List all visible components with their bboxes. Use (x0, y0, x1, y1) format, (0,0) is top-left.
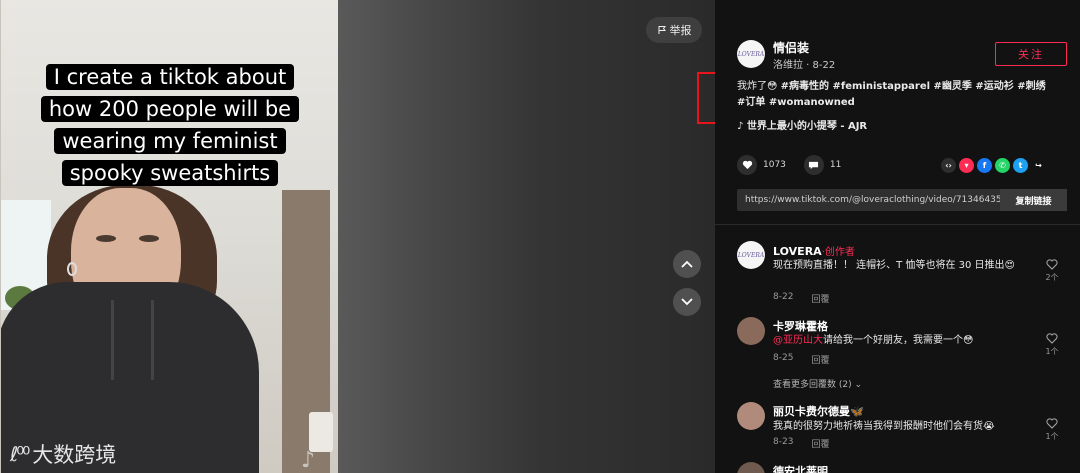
comment-text: 现在预购直播！！ 连帽衫、T 恤等也将在 30 日推出😍 (773, 260, 1015, 271)
hoodie-string (111, 300, 114, 380)
creator-tag: ·创作者 (821, 247, 855, 258)
comment-author-name[interactable]: 卡罗琳霍格 (773, 318, 828, 334)
comment-text: @亚历山大请给我一个好朋友，我需要一个😳 (773, 333, 1033, 348)
comment-author-name[interactable]: 丽贝卡费尔德曼🦋 (773, 403, 864, 419)
comment-author-name[interactable]: 德安北莱明 (773, 463, 828, 473)
tiktok-logo-icon: ♪ (301, 448, 316, 473)
video-player[interactable]: I create a tiktok about how 200 people w… (0, 0, 715, 473)
comment-like-button[interactable]: 1个 (1045, 333, 1059, 357)
video-frame[interactable]: I create a tiktok about how 200 people w… (0, 0, 338, 473)
embed-icon[interactable]: ‹› (941, 158, 956, 173)
avatar-logo-text: LOVERA (737, 251, 765, 259)
divider (715, 224, 1080, 225)
comment-author[interactable]: LOVERA·创作者 (773, 243, 855, 258)
description-hashtags[interactable]: #订单 #womanowned (737, 97, 855, 108)
avatar-logo-text: LOVERA (737, 50, 765, 58)
caption-line: wearing my feminist (54, 128, 286, 154)
comment-date: 8-23 (773, 437, 794, 447)
author-name[interactable]: 情侣装 (773, 39, 809, 56)
chevron-down-icon (681, 298, 693, 306)
comment-like-button[interactable]: 2个 (1045, 259, 1059, 283)
video-info-panel: LOVERA 情侣装 洛维拉 · 8-22 关注 我炸了😳 #病毒性的 #fem… (715, 0, 1080, 473)
next-video-button[interactable] (673, 288, 701, 316)
hoodie-string (151, 300, 154, 380)
reply-button[interactable]: 回覆 (811, 437, 829, 450)
video-link-bar: https://www.tiktok.com/@loveraclothing/v… (737, 189, 1067, 211)
mention-link[interactable]: @亚历山大 (773, 335, 823, 346)
caption-line: how 200 people will be (40, 96, 300, 122)
share-icons: ‹› ▾ f ✆ t ↪ (941, 158, 1046, 173)
comment-meta: 8-22 回覆 (773, 292, 829, 305)
heart-outline-icon (1046, 259, 1058, 270)
watermark: ℓ⁰⁰ 大数跨境 (10, 439, 116, 469)
engagement-stats: 1073 11 (737, 155, 841, 175)
previous-video-button[interactable] (673, 250, 701, 278)
reply-button[interactable]: 回覆 (811, 292, 829, 305)
comment-button[interactable] (803, 155, 824, 175)
follow-button[interactable]: 关注 (995, 42, 1067, 66)
post-info: LOVERA 情侣装 洛维拉 · 8-22 关注 我炸了😳 #病毒性的 #fem… (715, 0, 1080, 224)
heart-outline-icon (1046, 333, 1058, 344)
comment-like-count: 1个 (1045, 432, 1059, 441)
background-mug (309, 412, 333, 452)
caption-line: I create a tiktok about (45, 64, 295, 90)
comment-avatar[interactable] (737, 462, 765, 473)
comment-author-name: LOVERA (773, 245, 822, 258)
person-earring (67, 262, 77, 276)
video-caption: I create a tiktok about how 200 people w… (39, 62, 301, 190)
chevron-up-icon (681, 260, 693, 268)
comment-text: 我真的很努力地祈祷当我得到报酬时他们会有货😭 (773, 421, 995, 432)
report-button[interactable]: 举报 (646, 17, 702, 43)
comment-like-button[interactable]: 1个 (1045, 418, 1059, 442)
comment-meta: 8-23 回覆 (773, 437, 829, 450)
facebook-icon[interactable]: f (977, 158, 992, 173)
like-count: 1073 (763, 160, 786, 170)
description-prefix: 我炸了😳 (737, 81, 781, 92)
person-eye-right (139, 235, 159, 242)
comment-date: 8-22 (773, 292, 794, 302)
comment-like-count: 2个 (1045, 273, 1059, 282)
heart-outline-icon (1046, 418, 1058, 429)
comment-meta: 8-25 回覆 (773, 353, 829, 366)
copy-link-button[interactable]: 复制链接 (1000, 189, 1067, 211)
video-link-url[interactable]: https://www.tiktok.com/@loveraclothing/v… (737, 195, 1000, 205)
description-hashtags[interactable]: #病毒性的 #feministapparel #幽灵季 #运动衫 #刺绣 (781, 81, 1046, 92)
comment-avatar[interactable] (737, 317, 765, 345)
view-more-replies-button[interactable]: 查看更多回覆数 (2) ⌄ (773, 377, 862, 390)
twitter-icon[interactable]: t (1013, 158, 1028, 173)
reply-button[interactable]: 回覆 (811, 353, 829, 366)
video-blurred-background (336, 0, 715, 473)
share-arrow-icon[interactable]: ↪ (1031, 158, 1046, 173)
comment-bubble-icon (809, 161, 819, 170)
comment-like-count: 1个 (1045, 347, 1059, 356)
report-label: 举报 (669, 24, 692, 37)
send-icon[interactable]: ▾ (959, 158, 974, 173)
watermark-logo-icon: ℓ⁰⁰ (10, 442, 30, 466)
music-link[interactable]: ♪ 世界上最小的小提琴 - AJR (737, 117, 867, 132)
video-description: 我炸了😳 #病毒性的 #feministapparel #幽灵季 #运动衫 #刺… (737, 79, 1057, 111)
whatsapp-icon[interactable]: ✆ (995, 158, 1010, 173)
person-eye-left (96, 235, 116, 242)
watermark-text: 大数跨境 (32, 443, 117, 467)
like-button[interactable] (737, 155, 757, 175)
comment-date: 8-25 (773, 353, 794, 363)
comment-text-body: 请给我一个好朋友，我需要一个😳 (823, 335, 974, 346)
comment-avatar[interactable]: LOVERA (737, 241, 765, 269)
heart-icon (742, 160, 752, 170)
comment-count: 11 (829, 160, 842, 170)
author-subtitle: 洛维拉 · 8-22 (773, 60, 836, 71)
flag-icon (658, 26, 666, 34)
comment-avatar[interactable] (737, 402, 765, 430)
caption-line: spooky sweatshirts (61, 160, 279, 186)
author-avatar[interactable]: LOVERA (737, 40, 765, 68)
